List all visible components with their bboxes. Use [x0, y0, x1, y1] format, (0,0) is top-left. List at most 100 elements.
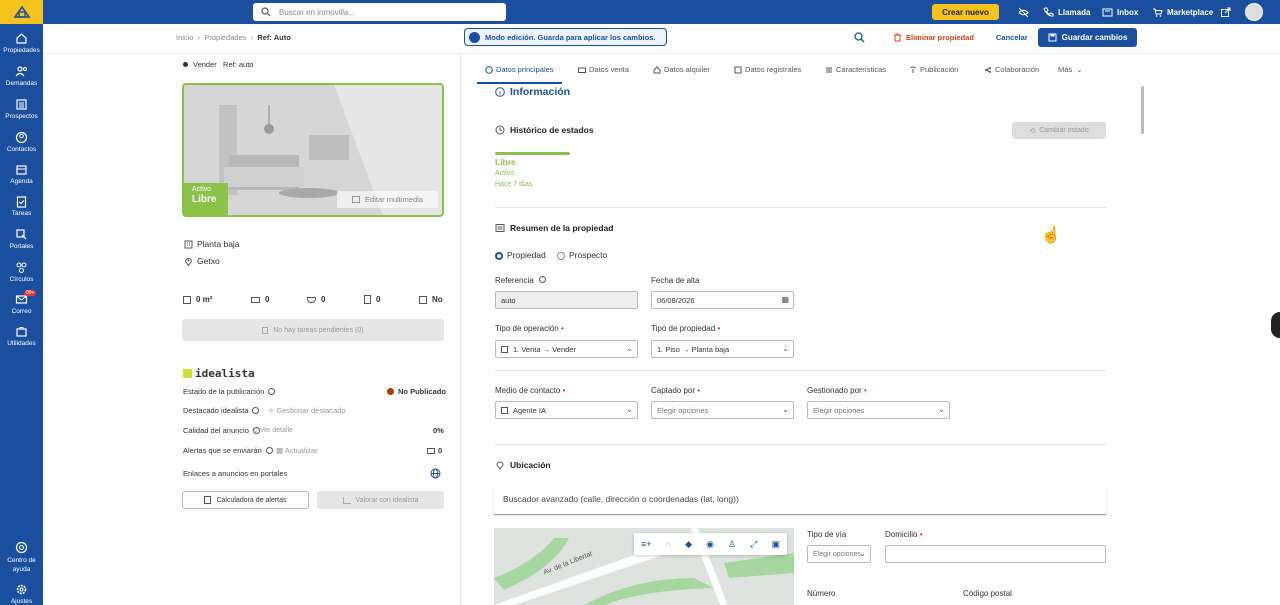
search-input[interactable]: Buscar en inmovilla...	[253, 3, 506, 21]
add-list-icon[interactable]: ≡+	[641, 539, 652, 549]
compass-icon[interactable]: ◉	[706, 539, 714, 550]
location-pin-icon	[184, 257, 193, 266]
tab-caracteristicas[interactable]: Características	[825, 65, 886, 74]
property-photo[interactable]: Activo Libre Editar multimedia	[182, 83, 444, 217]
breadcrumb: Inicio › Propiedades › Ref: Auto	[176, 33, 291, 42]
radio-propiedad[interactable]: Propiedad	[495, 250, 546, 260]
stat-docs: 0	[364, 295, 380, 304]
edit-media-button[interactable]: Editar multimedia	[337, 191, 438, 208]
sidebar-item-contactos[interactable]: Contactos	[0, 131, 43, 153]
tab-mas[interactable]: Más ⌄	[1058, 65, 1083, 74]
crumb-propiedades[interactable]: Propiedades	[204, 33, 246, 42]
llamada-button[interactable]: Llamada	[1043, 5, 1090, 19]
sidebar-item-agenda[interactable]: Agenda	[0, 163, 43, 185]
referencia-input[interactable]: auto	[495, 291, 638, 309]
active-tab-indicator	[477, 82, 562, 84]
sidebar-item-circulos[interactable]: Círculos	[0, 261, 43, 283]
money-icon	[578, 67, 586, 73]
sidebar-item-portales[interactable]: Portales	[0, 228, 43, 250]
pending-tasks-button[interactable]: No hay tareas pendientes (0)	[182, 319, 444, 341]
avatar[interactable]	[1245, 3, 1263, 21]
portal-icon	[15, 228, 28, 241]
external-link-button[interactable]	[1220, 5, 1235, 19]
tab-datos-principales[interactable]: Datos principales	[485, 65, 554, 74]
tipo-operacion-select[interactable]: 1. Venta → Vender ⌄	[495, 340, 638, 358]
search-icon[interactable]	[854, 32, 865, 45]
save-button[interactable]: Guardar cambios	[1038, 28, 1137, 47]
tipo-via-select[interactable]: Elegir opciones ⌄	[807, 545, 871, 563]
tools-icon	[15, 325, 28, 338]
domicilio-input[interactable]	[885, 545, 1106, 563]
property-header: Vender Ref: auto	[183, 60, 253, 69]
marketplace-button[interactable]: Marketplace	[1152, 5, 1213, 19]
eye-off-icon	[1018, 7, 1029, 17]
tab-publicacion[interactable]: Publicación	[909, 65, 958, 74]
document-icon	[364, 295, 371, 304]
trash-icon	[894, 33, 901, 42]
calidad-row: Calidad del anuncio	[183, 426, 260, 435]
crumb-current: Ref: Auto	[257, 33, 291, 42]
section-ubicacion: Ubicación	[495, 460, 551, 470]
calendar-icon	[15, 163, 28, 176]
tipo-propiedad-select[interactable]: 1. Piso → Planta baja ⌄	[651, 340, 794, 358]
fecha-input[interactable]: 06/08/2026 ▦	[651, 291, 794, 309]
section-informacion: Información	[495, 86, 570, 98]
mail-icon	[427, 447, 435, 454]
sidebar-item-ayuda[interactable]: Centro de ayuda	[0, 541, 43, 574]
chevron-down-icon: ⌄	[626, 405, 633, 414]
ver-detalle-link[interactable]: ⊙ Ver detalle	[252, 426, 293, 434]
cambiar-estado-button[interactable]: ⟲ Cambiar estado	[1012, 122, 1106, 139]
create-new-button[interactable]: Crear nuevo	[932, 4, 999, 20]
tab-datos-alquiler[interactable]: Datos alquiler	[653, 65, 710, 74]
layers-icon[interactable]: ◆	[685, 539, 692, 550]
radio-on	[495, 251, 503, 260]
actualizar-link[interactable]: ▦ Actualizar	[276, 446, 318, 455]
area-icon	[183, 295, 191, 304]
inbox-button[interactable]: Inbox	[1102, 5, 1138, 19]
street-view-icon[interactable]: ♙	[728, 539, 736, 550]
settings-icon[interactable]: ▣	[771, 539, 780, 550]
location-icon	[496, 461, 504, 470]
calculadora-alertas-button[interactable]: Calculadora de alertas	[182, 491, 309, 509]
globe-icon[interactable]	[430, 468, 441, 481]
cancel-button[interactable]: Cancelar	[996, 33, 1028, 42]
gestionar-destacado-link[interactable]: ✧ Gestionar destacado	[268, 406, 346, 415]
divider-2	[495, 370, 1106, 371]
status-dot	[183, 62, 188, 67]
state-bar	[495, 152, 570, 155]
crumb-inicio[interactable]: Inicio	[176, 33, 194, 42]
sidebar-item-propiedades[interactable]: Propiedades	[0, 32, 43, 54]
lasso-icon[interactable]: ◌	[666, 539, 671, 549]
sidebar-item-correo[interactable]: 99+ Correo	[0, 290, 43, 315]
numero-label: Número	[807, 589, 836, 598]
sidebar-item-demandas[interactable]: Demandas	[0, 65, 43, 87]
mail-badge: 99+	[24, 290, 37, 296]
app-logo[interactable]	[0, 0, 43, 24]
radio-prospecto[interactable]: Prospecto	[557, 250, 607, 260]
section-historico: Histórico de estados	[495, 125, 594, 135]
sidebar-item-prospectos[interactable]: Prospectos	[0, 98, 43, 120]
tab-datos-registrales[interactable]: Datos registrales	[734, 65, 801, 74]
tab-colaboracion[interactable]: Colaboración	[984, 65, 1039, 74]
captado-select[interactable]: Elegir opciones ⌄	[651, 401, 794, 419]
sidebar-item-ajustes[interactable]: Ajustes	[0, 583, 43, 605]
idealista-logo: idealista	[183, 367, 255, 380]
pub-status-row: Estado de la publicación	[183, 387, 276, 396]
buscador-avanzado-input[interactable]: Buscador avanzado (calle, dirección o co…	[494, 486, 1106, 515]
sidebar-item-utilidades[interactable]: Utilidades	[0, 325, 43, 347]
fullscreen-icon[interactable]: ⤢	[750, 539, 757, 550]
summary-icon	[495, 224, 505, 232]
side-widget-tab[interactable]	[1271, 312, 1280, 338]
gestionado-select[interactable]: Elegir opciones ⌄	[807, 401, 950, 419]
visibility-toggle[interactable]	[1018, 5, 1033, 19]
info-icon	[485, 65, 493, 74]
delete-property-button[interactable]: Eliminar propiedad	[893, 33, 974, 42]
gestionado-label: Gestionado por •	[807, 386, 867, 395]
valorar-idealista-button[interactable]: Valorar con idealista	[317, 491, 444, 509]
sidebar-item-tareas[interactable]: Tareas	[0, 195, 43, 217]
main-scrollbar[interactable]	[1141, 86, 1144, 134]
logo-icon	[12, 5, 31, 18]
state-name: Libre	[495, 157, 516, 167]
medio-contacto-select[interactable]: Agente IA ⌄	[495, 401, 638, 419]
tab-datos-venta[interactable]: Datos venta	[578, 65, 629, 74]
